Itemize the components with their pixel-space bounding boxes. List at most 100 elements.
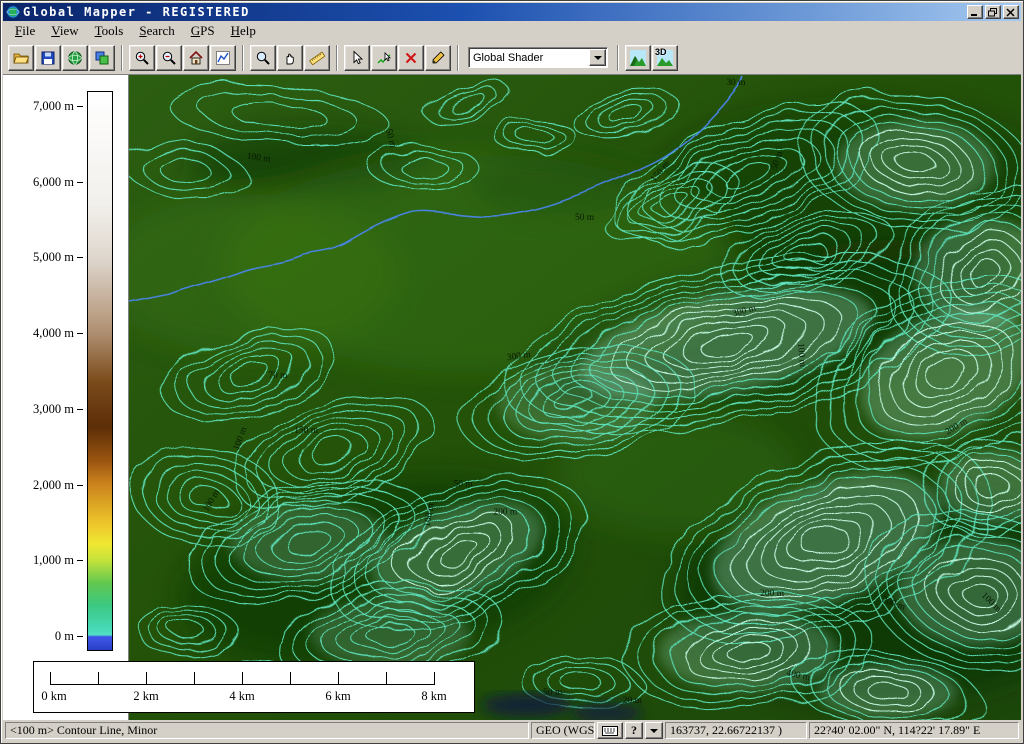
scale-label: 6 km [316,689,360,704]
minimize-icon [970,8,980,17]
legend-label: 1,000 m [3,552,83,568]
menu-tools[interactable]: Tools [87,22,132,40]
legend-tick [77,182,83,183]
ruler-icon [309,50,325,66]
green-globe-icon [67,50,83,66]
pen-icon [430,50,446,66]
contour-label: 20 m [623,696,643,706]
contour-label: 200 m [493,507,518,517]
magnifier-icon [255,50,271,66]
toolbar: Global Shader 3D [3,41,1021,75]
measure-tool-button[interactable] [304,45,330,71]
contour-label: 50 m [543,688,563,698]
cursor-arrow-icon [349,50,365,66]
menu-view[interactable]: View [43,22,86,40]
map-view[interactable]: 30 m 50 m 100 m 50 m 150 m 50 m 300 m 10… [129,75,1021,720]
map-canvas[interactable]: 30 m 50 m 100 m 50 m 150 m 50 m 300 m 10… [129,75,1021,720]
contour-label: 50 m [575,213,595,223]
toolbar-separator [336,45,338,71]
open-file-button[interactable] [8,45,34,71]
status-latlon-text: 22?40' 02.00" N, 114?22' 17.89" E [814,723,980,738]
help-button[interactable]: ? [625,722,643,739]
menu-bar: File View Tools Search GPS Help [3,21,1021,41]
globe-app-icon [6,5,20,19]
layers-icon [94,50,110,66]
help-label: ? [631,723,637,738]
status-coordinates-text: 163737, 22.66722137 ) [670,723,782,738]
legend-label: 7,000 m [3,98,83,114]
status-bar: <100 m> Contour Line, Minor GEO (WGS8 ? … [3,720,1021,741]
legend-tick [77,560,83,561]
legend-label: 0 m [3,628,83,644]
edit-vector-icon [376,50,392,66]
menu-help[interactable]: Help [223,22,264,40]
chevron-down-icon [650,729,658,733]
scale-label: 0 km [32,689,76,704]
legend-tick [77,106,83,107]
view-3d-button[interactable]: 3D [652,45,678,71]
full-view-button[interactable] [183,45,209,71]
elevation-colorbar [87,91,113,651]
toolbar-separator [242,45,244,71]
menu-gps[interactable]: GPS [183,22,223,40]
keyboard-button[interactable] [597,722,623,739]
digitizer-tool-button[interactable] [371,45,397,71]
toolbar-separator [617,45,619,71]
legend-tick [77,485,83,486]
zoom-in-button[interactable] [129,45,155,71]
restore-button[interactable] [985,5,1001,19]
scale-label: 8 km [412,689,456,704]
elevation-legend: 7,000 m 6,000 m 5,000 m 4,000 m 3,000 m … [3,75,129,720]
clear-selection-button[interactable] [398,45,424,71]
floppy-disk-icon [40,50,56,66]
menu-search[interactable]: Search [131,22,182,40]
status-projection-text: GEO (WGS8 [536,723,595,738]
overlay-control-center-button[interactable] [89,45,115,71]
minimize-button[interactable] [967,5,983,19]
close-icon [1006,8,1016,17]
legend-label: 2,000 m [3,477,83,493]
restore-icon [988,8,998,17]
path-profile-button[interactable] [210,45,236,71]
terrain-icon [630,50,646,66]
keyboard-icon [602,726,618,736]
title-bar[interactable]: Global Mapper - REGISTERED [3,3,1021,21]
load-online-data-button[interactable] [62,45,88,71]
select-tool-button[interactable] [344,45,370,71]
pan-tool-button[interactable] [277,45,303,71]
scale-label: 2 km [124,689,168,704]
scale-label: 4 km [220,689,264,704]
zoom-tool-button[interactable] [250,45,276,71]
legend-label: 4,000 m [3,325,83,341]
toolbar-separator [457,45,459,71]
coordinate-format-button[interactable] [645,722,663,739]
save-button[interactable] [35,45,61,71]
legend-tick [77,636,83,637]
zoom-in-icon [134,50,150,66]
contour-label: 30 m [726,78,746,88]
home-icon [188,50,204,66]
legend-tick [77,257,83,258]
chevron-down-icon[interactable] [589,49,606,66]
zoom-out-button[interactable] [156,45,182,71]
window-title: Global Mapper - REGISTERED [23,5,250,19]
open-folder-icon [13,50,29,66]
close-button[interactable] [1003,5,1019,19]
menu-file[interactable]: File [7,22,43,40]
contour-label: 200 m [760,589,785,599]
workspace: 30 m 50 m 100 m 50 m 150 m 50 m 300 m 10… [3,75,1021,720]
legend-label: 6,000 m [3,174,83,190]
terrain-shader-button[interactable] [625,45,651,71]
contour-label: 150 m [294,426,319,436]
contour-label: 100 m [795,343,807,368]
status-mode-panel: <100 m> Contour Line, Minor [5,722,529,739]
create-feature-button[interactable] [425,45,451,71]
shader-select[interactable]: Global Shader [468,47,608,68]
toolbar-separator [121,45,123,71]
contour-label: 70 m [268,371,288,381]
status-projection-panel: GEO (WGS8 [531,722,595,739]
global-mapper-window: Global Mapper - REGISTERED File View Too… [0,0,1024,744]
zoom-out-icon [161,50,177,66]
legend-tick [77,409,83,410]
hand-icon [282,50,298,66]
